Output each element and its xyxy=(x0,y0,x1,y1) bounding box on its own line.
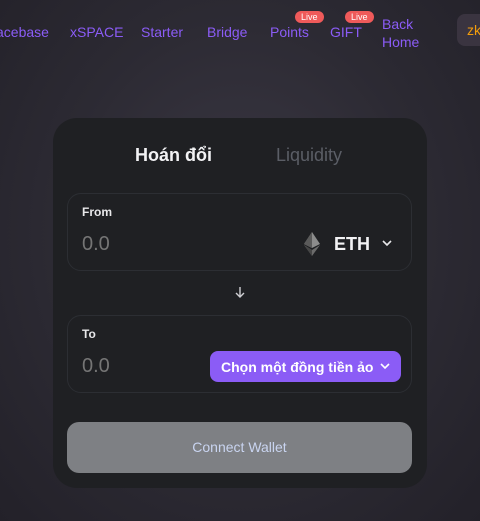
nav-item-gift[interactable]: GIFT xyxy=(330,24,362,40)
nav-item-back-home[interactable]: Back Home xyxy=(382,15,432,51)
eth-icon xyxy=(304,232,320,256)
nav-item-starter[interactable]: Starter xyxy=(141,24,183,40)
nav-item-xspace[interactable]: xSPACE xyxy=(70,24,123,40)
from-panel: From ETH xyxy=(67,193,412,271)
select-token-button[interactable]: Chọn một đồng tiền ảo xyxy=(210,351,401,382)
to-label: To xyxy=(82,327,96,341)
from-amount-input[interactable] xyxy=(82,233,202,256)
points-live-badge: Live xyxy=(295,11,324,23)
to-panel: To Chọn một đồng tiền ảo xyxy=(67,315,412,393)
arrow-down-icon[interactable] xyxy=(232,284,248,300)
gift-live-badge: Live xyxy=(345,11,374,23)
tab-swap[interactable]: Hoán đổi xyxy=(135,145,212,166)
to-amount-input[interactable] xyxy=(82,355,202,378)
nav-item-spacebase[interactable]: acebase xyxy=(0,24,49,40)
from-label: From xyxy=(82,205,112,219)
from-token-select[interactable]: ETH xyxy=(304,230,404,260)
connect-wallet-label: Connect Wallet xyxy=(192,439,287,455)
nav-item-points[interactable]: Points xyxy=(270,24,309,40)
connect-wallet-button[interactable]: Connect Wallet xyxy=(67,422,412,473)
chevron-down-icon xyxy=(380,363,390,370)
from-token-label: ETH xyxy=(334,234,370,254)
top-nav: acebase xSPACE Starter Bridge Points Liv… xyxy=(0,0,480,60)
tab-liquidity[interactable]: Liquidity xyxy=(276,145,342,166)
chevron-down-icon xyxy=(382,240,392,247)
select-token-label: Chọn một đồng tiền ảo xyxy=(221,359,374,375)
zk-button[interactable]: zk xyxy=(457,14,480,46)
nav-item-bridge[interactable]: Bridge xyxy=(207,24,247,40)
